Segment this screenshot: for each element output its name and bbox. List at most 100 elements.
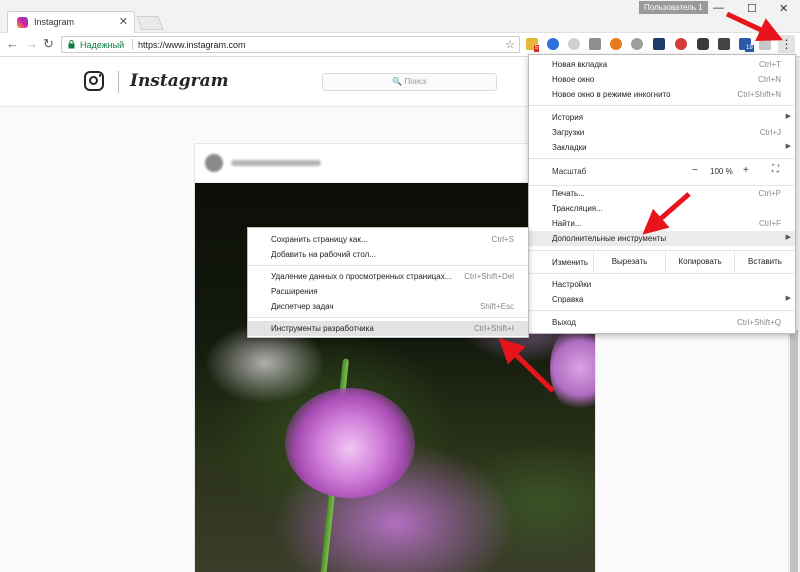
extension-11-badge: 19 — [745, 45, 754, 52]
submenu-item-task-manager[interactable]: Диспетчер задач Shift+Esc — [248, 299, 528, 314]
header-divider — [118, 71, 119, 93]
paste-button[interactable]: Вставить — [734, 251, 795, 273]
back-button[interactable]: ← — [6, 37, 19, 50]
zoom-row: Масштаб − 100 % + ⛶ — [529, 159, 795, 185]
menu-item-print[interactable]: Печать... Ctrl+P — [529, 186, 795, 201]
omnibox-separator — [132, 39, 133, 50]
extension-2-icon[interactable] — [547, 38, 559, 50]
post-username-blurred[interactable] — [231, 160, 321, 166]
submenu-item-extensions[interactable]: Расширения — [248, 284, 528, 299]
zoom-value: 100 % — [710, 167, 733, 176]
menu-item-settings[interactable]: Настройки — [529, 277, 795, 292]
menu-item-exit[interactable]: Выход Ctrl+Shift+Q — [529, 315, 795, 330]
instagram-favicon-icon — [17, 17, 28, 28]
edit-label-cell: Изменить — [529, 255, 594, 270]
menu-item-bookmarks[interactable]: Закладки ▶ — [529, 140, 795, 155]
forward-button[interactable]: → — [25, 37, 38, 50]
minimize-button[interactable]: — — [713, 2, 724, 14]
tab-title: Instagram — [34, 17, 75, 27]
instagram-camera-icon[interactable] — [84, 71, 104, 91]
menu-shortcut: Ctrl+T — [759, 60, 781, 69]
menu-label: Дополнительные инструменты — [552, 234, 667, 243]
instagram-search-input[interactable]: 🔍 Поиск — [322, 73, 497, 91]
menu-label: Добавить на рабочий стол... — [271, 250, 376, 259]
lock-icon — [68, 40, 75, 49]
menu-shortcut: Ctrl+Shift+I — [473, 324, 514, 333]
menu-label: История — [552, 113, 584, 122]
zoom-in-button[interactable]: + — [743, 165, 749, 176]
more-tools-submenu: Сохранить страницу как... Ctrl+S Добавит… — [247, 227, 529, 338]
submenu-item-clear-data[interactable]: Удаление данных о просмотренных страница… — [248, 269, 528, 284]
menu-item-incognito[interactable]: Новое окно в режиме инкогнито Ctrl+Shift… — [529, 87, 795, 102]
reload-button[interactable]: ↻ — [43, 37, 54, 50]
menu-item-history[interactable]: История ▶ — [529, 110, 795, 125]
url-text[interactable]: https://www.instagram.com — [138, 40, 246, 50]
menu-label: Расширения — [271, 287, 318, 296]
menu-item-new-tab[interactable]: Новая вкладка Ctrl+T — [529, 57, 795, 72]
tab-instagram[interactable]: Instagram ✕ — [7, 11, 135, 33]
menu-label: Найти... — [552, 219, 582, 228]
submenu-arrow-icon: ▶ — [785, 234, 791, 241]
scrollbar-thumb[interactable] — [790, 330, 798, 572]
extension-6-icon[interactable] — [631, 38, 643, 50]
menu-shortcut: Ctrl+N — [758, 75, 781, 84]
extension-7-icon[interactable] — [653, 38, 665, 50]
submenu-item-add-desktop[interactable]: Добавить на рабочий стол... — [248, 247, 528, 262]
menu-label: Удаление данных о просмотренных страница… — [271, 272, 452, 281]
instagram-wordmark[interactable]: Instagram — [130, 71, 229, 91]
extension-5-icon[interactable] — [610, 38, 622, 50]
fullscreen-icon[interactable]: ⛶ — [772, 164, 779, 175]
menu-label: Трансляция... — [552, 204, 603, 213]
close-window-button[interactable]: ✕ — [779, 2, 788, 15]
menu-item-new-window[interactable]: Новое окно Ctrl+N — [529, 72, 795, 87]
tab-close-icon[interactable]: ✕ — [119, 15, 128, 28]
maximize-button[interactable]: ☐ — [747, 2, 757, 15]
menu-item-downloads[interactable]: Загрузки Ctrl+J — [529, 125, 795, 140]
zoom-label: Масштаб — [552, 167, 587, 176]
menu-label: Инструменты разработчика — [271, 324, 374, 333]
extension-12-icon[interactable] — [759, 38, 771, 50]
zoom-out-button[interactable]: − — [692, 165, 698, 176]
menu-item-find[interactable]: Найти... Ctrl+F — [529, 216, 795, 231]
menu-label: Печать... — [552, 189, 585, 198]
extension-3-icon[interactable] — [568, 38, 580, 50]
menu-separator — [529, 273, 795, 274]
address-bar[interactable]: Надежный https://www.instagram.com ☆ — [61, 36, 520, 53]
submenu-arrow-icon: ▶ — [785, 143, 791, 150]
menu-label: Сохранить страницу как... — [271, 235, 368, 244]
chrome-menu-button[interactable]: ⋮ — [778, 35, 795, 53]
menu-separator — [529, 310, 795, 311]
bookmark-star-icon[interactable]: ☆ — [505, 38, 515, 51]
extension-10-icon[interactable] — [718, 38, 730, 50]
menu-label: Диспетчер задач — [271, 302, 334, 311]
profile-badge[interactable]: Пользователь 1 — [639, 1, 708, 14]
menu-shortcut: Shift+Esc — [479, 302, 514, 311]
menu-shortcut: Ctrl+Shift+N — [737, 90, 781, 99]
menu-item-cast[interactable]: Трансляция... — [529, 201, 795, 216]
cut-button[interactable]: Вырезать — [593, 251, 665, 273]
menu-shortcut: Ctrl+Shift+Q — [736, 318, 781, 327]
menu-label: Справка — [552, 295, 584, 304]
extension-9-icon[interactable] — [697, 38, 709, 50]
extension-4-icon[interactable] — [589, 38, 601, 50]
window-titlebar: Instagram ✕ Пользователь 1 — ☐ ✕ — [0, 0, 800, 33]
secure-label: Надежный — [80, 40, 125, 50]
menu-shortcut: Ctrl+Shift+Del — [464, 272, 514, 281]
menu-label: Новое окно в режиме инкогнито — [552, 90, 671, 99]
menu-label: Новая вкладка — [552, 60, 608, 69]
instagram-header: Instagram 🔍 Поиск — [0, 57, 528, 107]
menu-shortcut: Ctrl+S — [491, 235, 514, 244]
menu-label: Новое окно — [552, 75, 595, 84]
menu-item-help[interactable]: Справка ▶ — [529, 292, 795, 307]
menu-item-more-tools[interactable]: Дополнительные инструменты ▶ — [529, 231, 795, 246]
extension-1-badge: 5 — [534, 45, 540, 52]
submenu-item-save-page[interactable]: Сохранить страницу как... Ctrl+S — [248, 232, 528, 247]
submenu-item-dev-tools[interactable]: Инструменты разработчика Ctrl+Shift+I — [248, 321, 528, 336]
copy-button[interactable]: Копировать — [665, 251, 734, 273]
extension-8-icon[interactable] — [675, 38, 687, 50]
submenu-arrow-icon: ▶ — [785, 113, 791, 120]
new-tab-button[interactable] — [136, 16, 164, 30]
menu-shortcut: Ctrl+P — [758, 189, 781, 198]
avatar[interactable] — [205, 154, 223, 172]
menu-separator — [248, 317, 528, 318]
